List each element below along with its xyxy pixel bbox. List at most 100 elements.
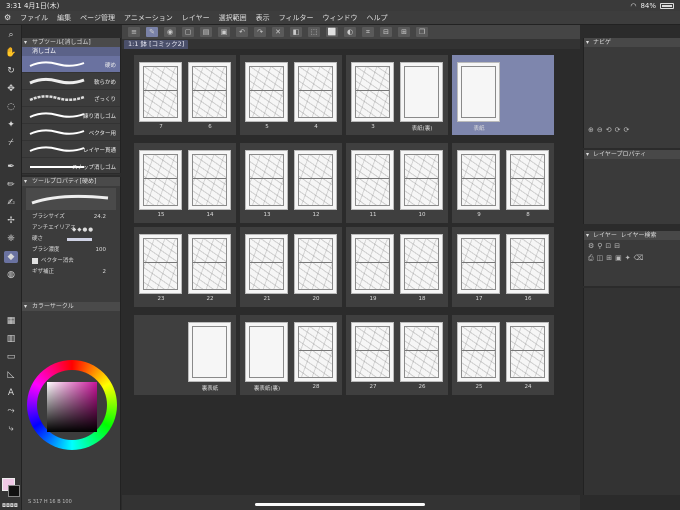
snap-icon[interactable]: ⊞	[398, 27, 410, 37]
fill-tool-icon[interactable]: ◍	[4, 269, 18, 281]
decoration-icon[interactable]: ❈	[4, 233, 18, 245]
move-icon[interactable]: ✥	[4, 83, 18, 95]
brush-icon[interactable]: ✍	[4, 197, 18, 209]
page-thumbnail[interactable]	[294, 150, 337, 210]
text-icon[interactable]: A	[4, 387, 18, 399]
page-thumbnail[interactable]	[294, 234, 337, 294]
page-thumbnail[interactable]	[351, 322, 394, 382]
navigator-controls[interactable]: ⊕⊖⟲⟳⟳	[584, 124, 636, 136]
saturation-value-square[interactable]	[47, 382, 97, 432]
page-thumbnail[interactable]	[245, 322, 288, 382]
page-thumbnail[interactable]	[188, 62, 231, 122]
vector-erase-checkbox[interactable]	[32, 257, 38, 264]
page-thumbnail[interactable]	[400, 322, 443, 382]
figure-icon[interactable]: ◺	[4, 369, 18, 381]
hardness-slider[interactable]	[67, 238, 92, 241]
page-thumbnail[interactable]	[351, 234, 394, 294]
page-thumbnail[interactable]	[351, 62, 394, 122]
correction-row[interactable]: ギザ補正 2	[22, 267, 120, 278]
transform-icon[interactable]: ⬚	[308, 27, 320, 37]
hardness-row[interactable]: 硬さ	[22, 234, 120, 245]
page-spread[interactable]: 11 10	[346, 143, 448, 223]
page-thumbnail[interactable]	[506, 150, 549, 210]
subtool-group-tab[interactable]: 消しゴム	[22, 47, 120, 56]
page-spread[interactable]: 54	[240, 55, 342, 135]
page-spread[interactable]: 23 22	[134, 227, 236, 307]
page-thumbnail[interactable]	[400, 62, 443, 122]
page-spread[interactable]: 裏表紙(裏) 28	[240, 315, 342, 395]
page-thumbnail[interactable]	[457, 322, 500, 382]
page-thumbnail[interactable]	[457, 234, 500, 294]
layer-actions[interactable]: ⎙◫⊞▣✦⌫	[584, 252, 680, 265]
page-thumbnail[interactable]	[188, 150, 231, 210]
eyedropper-icon[interactable]: ⌿	[4, 137, 18, 149]
save-icon[interactable]: ▣	[218, 27, 230, 37]
page-thumbnail[interactable]	[400, 234, 443, 294]
vector-erase-row[interactable]: ベクター消去	[22, 256, 120, 267]
page-spread[interactable]: 21 20	[240, 227, 342, 307]
page-spread[interactable]: 13 12	[240, 143, 342, 223]
subtool-item-soft[interactable]: 軟らかめ	[22, 73, 120, 90]
ruler-icon[interactable]: ⊟	[380, 27, 392, 37]
page-thumbnail[interactable]	[294, 62, 337, 122]
page-thumbnail[interactable]	[139, 62, 182, 122]
page-spread[interactable]: 25 24	[452, 315, 554, 395]
page-thumbnail[interactable]	[245, 150, 288, 210]
balloon-icon[interactable]: ⤳	[4, 405, 18, 417]
toggle-icon[interactable]: ◉	[164, 27, 176, 37]
subtool-item-snap[interactable]: スナップ消しゴム	[22, 158, 120, 175]
menu-icon[interactable]: ≡	[128, 27, 140, 37]
menu-file[interactable]: ファイル	[20, 13, 48, 23]
magic-wand-icon[interactable]: ✦	[4, 119, 18, 131]
page-spread[interactable]: 15 14	[134, 143, 236, 223]
menu-page[interactable]: ページ管理	[80, 13, 115, 23]
antialias-row[interactable]: アンチエイリアス ◆◆●●	[22, 223, 120, 234]
page-spread[interactable]: 19 18	[346, 227, 448, 307]
subtool-item-through-layer[interactable]: レイヤー貫通	[22, 141, 120, 158]
open-icon[interactable]: ▤	[200, 27, 212, 37]
menu-animation[interactable]: アニメーション	[124, 13, 173, 23]
new-file-icon[interactable]: ▢	[182, 27, 194, 37]
page-spread[interactable]: 76	[134, 55, 236, 135]
layer-controls[interactable]: ⚙⚲⊡⊟	[584, 240, 680, 252]
density-row[interactable]: ブラシ濃度 100	[22, 245, 120, 256]
page-thumbnail[interactable]	[188, 322, 231, 382]
page-thumbnail[interactable]	[139, 150, 182, 210]
transparent-swatches[interactable]: ◘◘◘◘	[2, 503, 18, 509]
correction-icon[interactable]: ⤷	[4, 423, 18, 435]
subtool-item-kneaded[interactable]: 練り消しゴム	[22, 107, 120, 124]
page-thumbnail[interactable]	[245, 62, 288, 122]
undo-icon[interactable]: ↶	[236, 27, 248, 37]
hand-icon[interactable]: ✋	[4, 47, 18, 59]
sub-color-swatch[interactable]	[8, 485, 20, 497]
page-spread[interactable]: 3 表紙(裏)	[346, 55, 448, 135]
subtool-item-hard[interactable]: 硬め	[22, 56, 120, 73]
menu-layer[interactable]: レイヤー	[182, 13, 210, 23]
page-icon[interactable]: ❐	[416, 27, 428, 37]
page-manager-canvas[interactable]: 7 6 5 4 3 表紙(裏) 表紙 15 14 13 12 11 10 9 8 23 22 21 20 19 18 17…	[122, 49, 580, 495]
layer-tab[interactable]: レイヤー	[593, 232, 617, 239]
page-thumbnail[interactable]	[457, 62, 500, 122]
settings-icon[interactable]: ⚙	[4, 13, 11, 22]
page-thumbnail[interactable]	[294, 322, 337, 382]
page-spread[interactable]: 27 26	[346, 315, 448, 395]
page-thumbnail[interactable]	[351, 150, 394, 210]
menu-selection[interactable]: 選択範囲	[219, 13, 247, 23]
crop-icon[interactable]: ⌗	[362, 27, 374, 37]
airbrush-icon[interactable]: ✢	[4, 215, 18, 227]
page-spread[interactable]: 表紙	[452, 55, 554, 135]
menu-window[interactable]: ウィンドウ	[322, 13, 357, 23]
menu-view[interactable]: 表示	[256, 13, 270, 23]
page-spread[interactable]: 98	[452, 143, 554, 223]
pencil-icon[interactable]: ✏	[4, 179, 18, 191]
page-thumbnail[interactable]	[188, 234, 231, 294]
subtool-item-rough[interactable]: ざっくり	[22, 90, 120, 107]
subtool-item-vector[interactable]: ベクター用	[22, 124, 120, 141]
clear-icon[interactable]: ✕	[272, 27, 284, 37]
brush-size-row[interactable]: ブラシサイズ 24.2	[22, 212, 120, 223]
invert-icon[interactable]: ◐	[344, 27, 356, 37]
gradient-icon[interactable]: ▦	[4, 315, 18, 327]
page-thumbnail[interactable]	[506, 322, 549, 382]
search-icon[interactable]: ⌕	[4, 29, 18, 41]
redo-icon[interactable]: ↷	[254, 27, 266, 37]
